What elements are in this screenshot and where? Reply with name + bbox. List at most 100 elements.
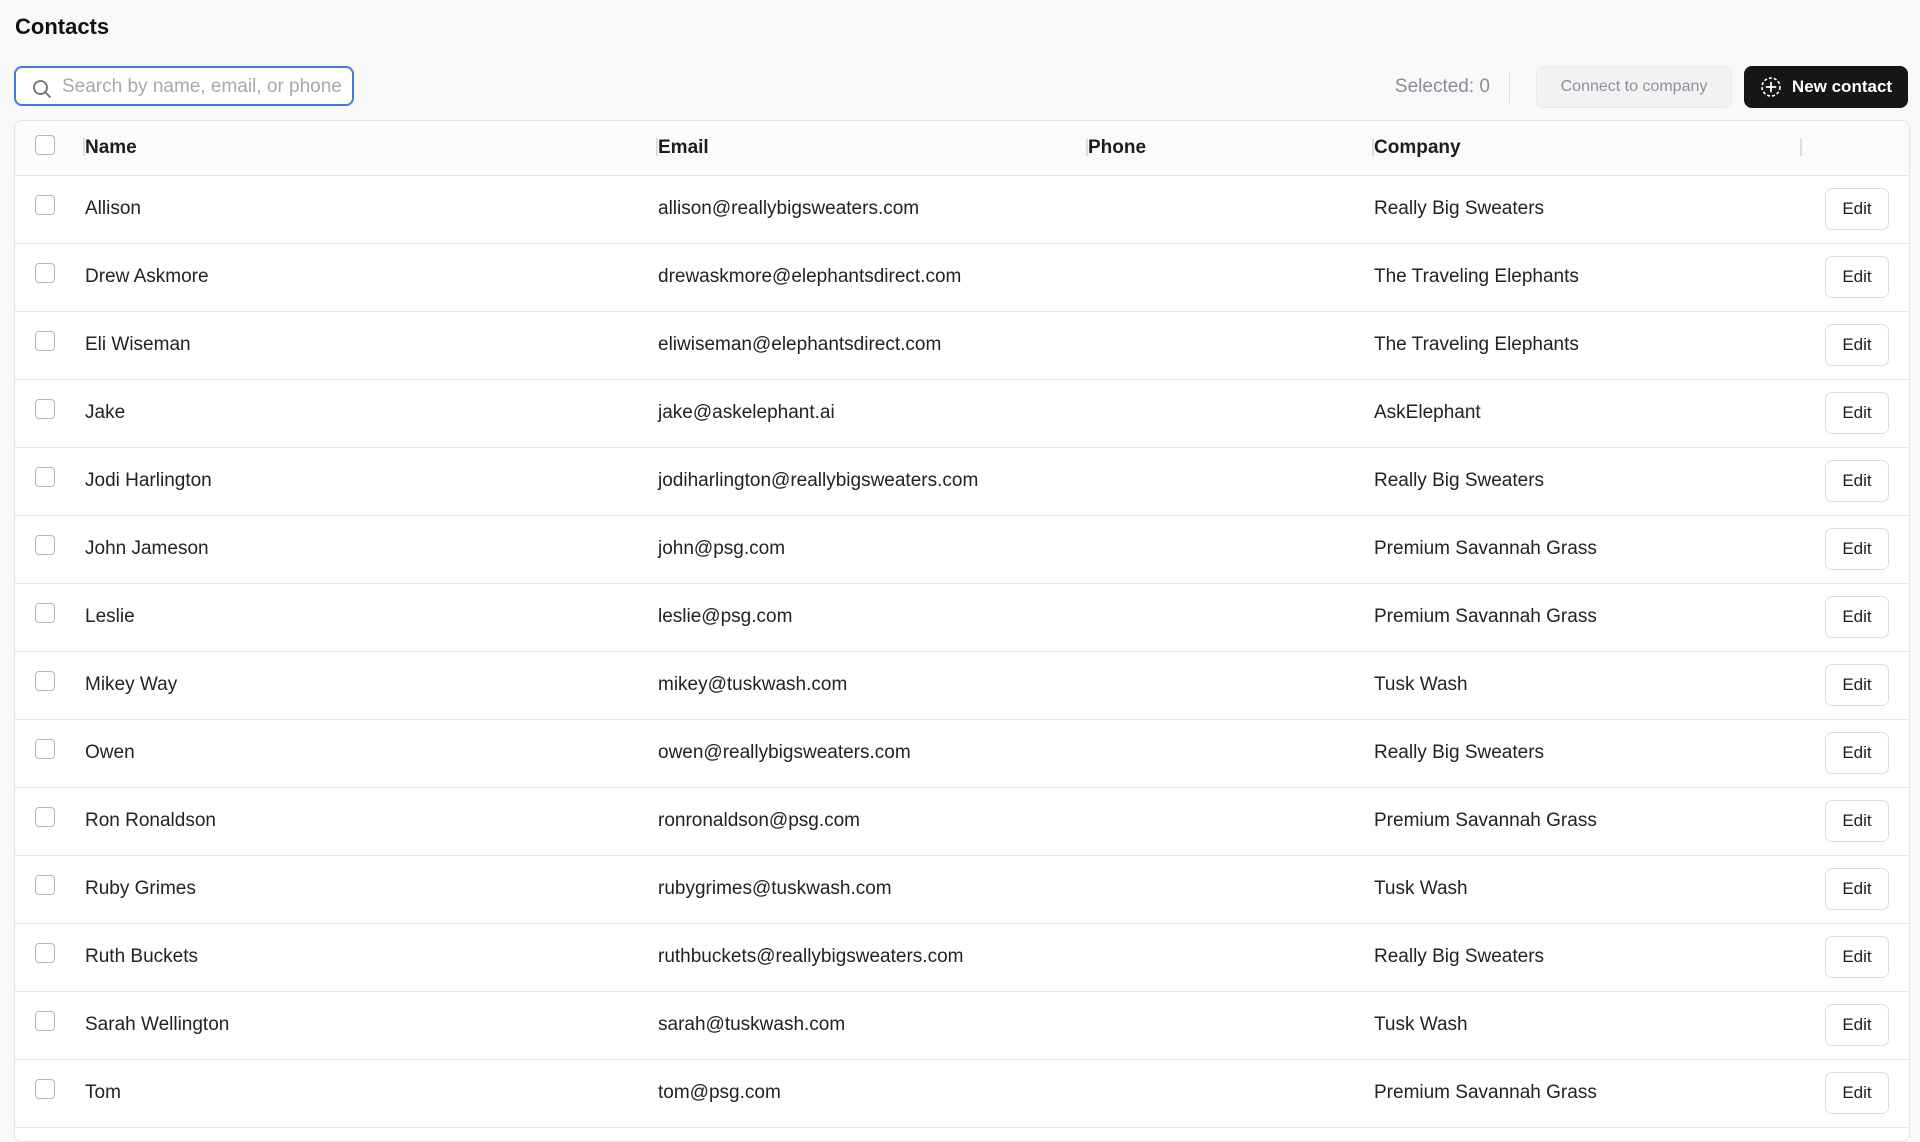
contact-company: Tusk Wash bbox=[1374, 651, 1802, 720]
edit-button[interactable]: Edit bbox=[1825, 188, 1889, 230]
search-input[interactable] bbox=[60, 68, 344, 106]
row-checkbox[interactable] bbox=[35, 330, 55, 351]
contact-name: Eli Wiseman bbox=[85, 311, 658, 380]
table-row: Ruby Grimes rubygrimes@tuskwash.com Tusk W… bbox=[15, 855, 1909, 924]
contact-company: Tusk Wash bbox=[1374, 855, 1802, 924]
contact-name: Ron Ronaldson bbox=[85, 787, 658, 856]
column-header-actions bbox=[1802, 121, 1909, 176]
edit-button[interactable]: Edit bbox=[1825, 324, 1889, 366]
search-icon bbox=[33, 80, 51, 98]
contact-company: Premium Savannah Grass bbox=[1374, 515, 1802, 584]
contact-email: ruthbuckets@reallybigsweaters.com bbox=[658, 923, 1088, 992]
new-contact-button[interactable]: New contact bbox=[1744, 66, 1908, 108]
table-row: Owen owen@reallybigsweaters.com Really Big… bbox=[15, 719, 1909, 788]
row-checkbox[interactable] bbox=[35, 602, 55, 623]
contact-company: The Traveling Elephants bbox=[1374, 243, 1802, 312]
contact-email: john@psg.com bbox=[658, 515, 1088, 584]
edit-button[interactable]: Edit bbox=[1825, 868, 1889, 910]
new-contact-label: New contact bbox=[1791, 77, 1893, 96]
contact-name: Jake bbox=[85, 379, 658, 448]
row-checkbox[interactable] bbox=[35, 874, 55, 895]
contact-name: Jodi Harlington bbox=[85, 447, 658, 516]
edit-button[interactable]: Edit bbox=[1825, 936, 1889, 978]
row-checkbox[interactable] bbox=[35, 194, 55, 215]
row-checkbox[interactable] bbox=[35, 262, 55, 283]
table-row: John Jameson john@psg.com Premium Savannah… bbox=[15, 515, 1909, 584]
contact-company: Really Big Sweaters bbox=[1374, 923, 1802, 992]
contact-name: Ruby Grimes bbox=[85, 855, 658, 924]
table-row: Mikey Way mikey@tuskwash.com Tusk Wash Edit bbox=[15, 651, 1909, 720]
contact-name: John Jameson bbox=[85, 515, 658, 584]
contact-company: Really Big Sweaters bbox=[1374, 447, 1802, 516]
row-checkbox[interactable] bbox=[35, 534, 55, 555]
contact-name: Drew Askmore bbox=[85, 243, 658, 312]
table-row: Sarah Wellington sarah@tuskwash.com Tusk W… bbox=[15, 991, 1909, 1060]
toolbar: Selected: 0 Connect to company New conta… bbox=[14, 66, 1908, 108]
edit-button[interactable]: Edit bbox=[1825, 664, 1889, 706]
column-header-name[interactable]: Name bbox=[85, 121, 658, 176]
table-row: Ron Ronaldson ronronaldson@psg.com Premium… bbox=[15, 787, 1909, 856]
row-checkbox[interactable] bbox=[35, 1010, 55, 1031]
contact-email: tom@psg.com bbox=[658, 1059, 1088, 1128]
row-checkbox[interactable] bbox=[35, 466, 55, 487]
contact-phone bbox=[1088, 1059, 1374, 1128]
contact-email: drewaskmore@elephantsdirect.com bbox=[658, 243, 1088, 312]
contact-phone bbox=[1088, 651, 1374, 720]
contact-company: Premium Savannah Grass bbox=[1374, 787, 1802, 856]
edit-button[interactable]: Edit bbox=[1825, 256, 1889, 298]
contact-phone bbox=[1088, 311, 1374, 380]
edit-button[interactable]: Edit bbox=[1825, 800, 1889, 842]
contact-phone bbox=[1088, 583, 1374, 652]
contact-name: Mikey Way bbox=[85, 651, 658, 720]
table-row: Jodi Harlington jodiharlington@reallybigs… bbox=[15, 447, 1909, 516]
contact-phone bbox=[1088, 991, 1374, 1060]
contact-email: mikey@tuskwash.com bbox=[658, 651, 1088, 720]
contact-name: Allison bbox=[85, 175, 658, 244]
row-checkbox[interactable] bbox=[35, 670, 55, 691]
contact-name: Leslie bbox=[85, 583, 658, 652]
table-header-row: Name Email Phone Company bbox=[15, 121, 1909, 176]
contact-email: ronronaldson@psg.com bbox=[658, 787, 1088, 856]
edit-button[interactable]: Edit bbox=[1825, 596, 1889, 638]
search-box[interactable] bbox=[14, 66, 354, 106]
plus-circle-icon bbox=[1761, 77, 1781, 97]
contact-phone bbox=[1088, 447, 1374, 516]
row-checkbox[interactable] bbox=[35, 398, 55, 419]
edit-button[interactable]: Edit bbox=[1825, 1072, 1889, 1114]
edit-button[interactable]: Edit bbox=[1825, 392, 1889, 434]
contact-email: eliwiseman@elephantsdirect.com bbox=[658, 311, 1088, 380]
table-row: Ruth Buckets ruthbuckets@reallybigsweater… bbox=[15, 923, 1909, 992]
edit-button[interactable]: Edit bbox=[1825, 528, 1889, 570]
contact-email: leslie@psg.com bbox=[658, 583, 1088, 652]
contact-company: The Traveling Elephants bbox=[1374, 311, 1802, 380]
connect-to-company-button[interactable]: Connect to company bbox=[1536, 66, 1732, 108]
selected-count: Selected: 0 bbox=[1394, 76, 1490, 97]
contacts-table: Name Email Phone Company Allison allison… bbox=[14, 120, 1910, 1142]
row-checkbox[interactable] bbox=[35, 942, 55, 963]
contact-phone bbox=[1088, 787, 1374, 856]
contact-name: Ruth Buckets bbox=[85, 923, 658, 992]
contact-phone bbox=[1088, 719, 1374, 788]
contact-email: allison@reallybigsweaters.com bbox=[658, 175, 1088, 244]
contact-company: Premium Savannah Grass bbox=[1374, 583, 1802, 652]
contact-company: Premium Savannah Grass bbox=[1374, 1059, 1802, 1128]
contact-email: owen@reallybigsweaters.com bbox=[658, 719, 1088, 788]
contact-name: Tom bbox=[85, 1059, 658, 1128]
row-checkbox[interactable] bbox=[35, 806, 55, 827]
column-header-email[interactable]: Email bbox=[658, 121, 1088, 176]
contact-company: Really Big Sweaters bbox=[1374, 175, 1802, 244]
toolbar-divider bbox=[1509, 71, 1510, 103]
contact-company: AskElephant bbox=[1374, 379, 1802, 448]
row-checkbox[interactable] bbox=[35, 1078, 55, 1099]
edit-button[interactable]: Edit bbox=[1825, 1004, 1889, 1046]
column-header-company[interactable]: Company bbox=[1374, 121, 1802, 176]
column-header-phone[interactable]: Phone bbox=[1088, 121, 1374, 176]
row-checkbox[interactable] bbox=[35, 738, 55, 759]
select-all-checkbox[interactable] bbox=[35, 134, 55, 155]
edit-button[interactable]: Edit bbox=[1825, 732, 1889, 774]
contact-phone bbox=[1088, 175, 1374, 244]
table-row: Eli Wiseman eliwiseman@elephantsdirect.co… bbox=[15, 311, 1909, 380]
edit-button[interactable]: Edit bbox=[1825, 460, 1889, 502]
contact-email: jake@askelephant.ai bbox=[658, 379, 1088, 448]
table-row: Jake jake@askelephant.ai AskElephant Edit bbox=[15, 379, 1909, 448]
